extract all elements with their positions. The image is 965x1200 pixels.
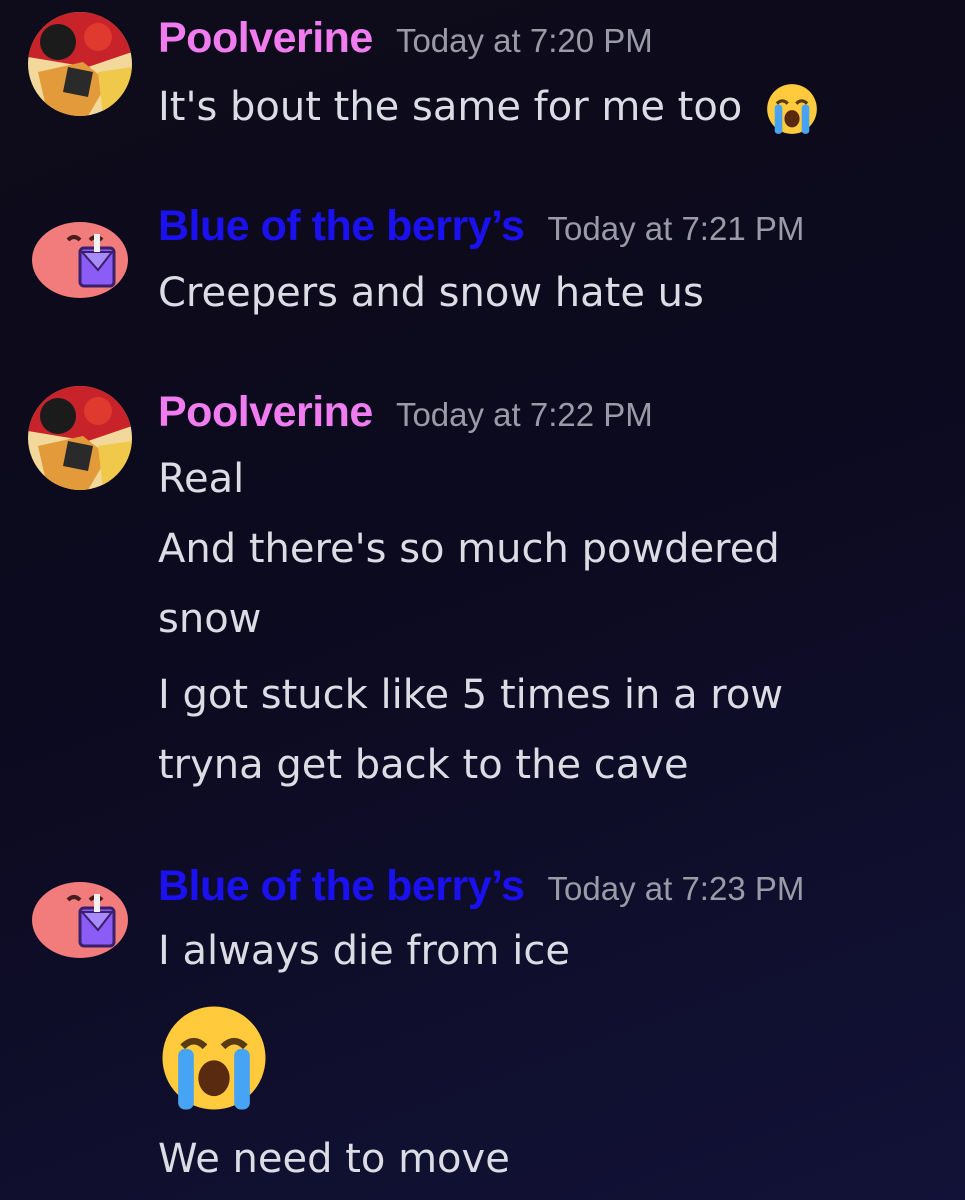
message-text: It's bout the same for me too xyxy=(158,82,819,136)
message-text: Creepers and snow hate us xyxy=(158,270,704,316)
author-name[interactable]: Blue of the berry’s xyxy=(158,862,525,910)
timestamp: Today at 7:21 PM xyxy=(547,210,805,247)
poolverine-avatar[interactable] xyxy=(28,386,132,490)
author-name[interactable]: Poolverine xyxy=(158,14,373,62)
message-text: We need to move xyxy=(158,1136,510,1182)
author-name[interactable]: Blue of the berry’s xyxy=(158,202,525,250)
loudly-crying-face-emoji xyxy=(158,1002,270,1114)
pink-blob-drinking-avatar[interactable] xyxy=(28,860,132,964)
timestamp: Today at 7:22 PM xyxy=(395,396,653,433)
message-text: tryna get back to the cave xyxy=(158,742,689,788)
pink-blob-drinking-avatar[interactable] xyxy=(28,200,132,304)
message-text: Real xyxy=(158,456,245,502)
timestamp: Today at 7:23 PM xyxy=(547,870,805,907)
poolverine-avatar[interactable] xyxy=(28,12,132,116)
timestamp: Today at 7:20 PM xyxy=(395,22,653,59)
author-name[interactable]: Poolverine xyxy=(158,388,373,436)
loudly-crying-face-emoji xyxy=(765,82,819,136)
message-text: I always die from ice xyxy=(158,928,570,974)
message-text: And there's so much powdered xyxy=(158,526,780,572)
message-text: I got stuck like 5 times in a row xyxy=(158,672,784,718)
message-text: snow xyxy=(158,596,262,642)
